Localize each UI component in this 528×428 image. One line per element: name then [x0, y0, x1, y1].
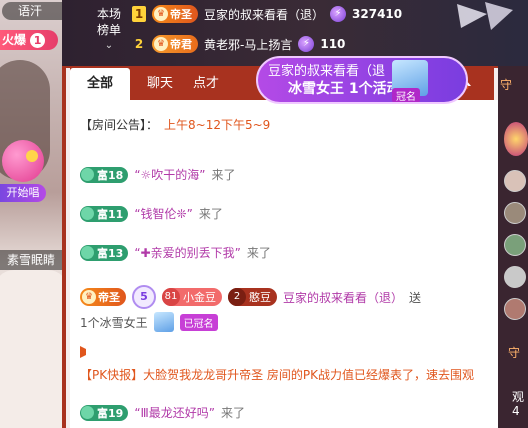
tab-chat[interactable]: 聊天 [130, 68, 190, 100]
fan-ring-badge: 5 [132, 285, 156, 309]
chat-panel: 全部 聊天 点才 【房间公告】： 上午8~12下午5~9 富18 “☼吹干的海”… [62, 56, 498, 428]
tab-request[interactable]: 点才 [190, 68, 222, 100]
rank-user-name: 黄老邪-马上扬言 [204, 37, 293, 52]
notice-text: 上午8~12下午5~9 [164, 118, 271, 132]
speaker-icon [80, 346, 94, 358]
list-item: 富13 “✚亲爱的别丢下我” 来了 [80, 244, 271, 261]
guard-title: 守 [500, 78, 513, 92]
streamer-name: 素雪眠睛 [0, 250, 62, 270]
chevron-down-icon[interactable]: ⌄ [94, 38, 124, 54]
level-badge-label: 帝君 [170, 38, 192, 51]
crown-icon: ♛ [154, 37, 168, 51]
gift-popup[interactable]: 豆家的叔来看看（退 冰雪女王 1个活动 冠名 [256, 56, 468, 104]
crown-icon: ♛ [82, 290, 96, 304]
streamer-body-shape [0, 270, 62, 428]
level-badge-label: 帝圣 [98, 291, 120, 304]
guard-panel: 守 守 观 4 [498, 66, 528, 428]
level-icon [81, 246, 94, 259]
rank-score: 110 [320, 37, 346, 51]
chat-user-name[interactable]: “✚亲爱的别丢下我” [134, 244, 241, 261]
chat-action: 来了 [246, 246, 271, 260]
rank-score: 327410 [352, 7, 403, 21]
level-badge: ♛ 帝圣 [152, 5, 198, 23]
wealth-level-badge: 富13 [80, 244, 129, 261]
wealth-level-label: 富13 [97, 246, 124, 260]
tab-all[interactable]: 全部 [70, 68, 130, 100]
wealth-level-badge: 富18 [80, 166, 129, 183]
ranking-label-line2: 榜单 [96, 23, 121, 37]
gift-message-detail: 1个冰雪女王 已冠名 [80, 312, 218, 332]
fan-group-badge: 2 憨豆 [228, 288, 277, 306]
fire-count: 1 [30, 33, 46, 48]
notice-prefix: 【房间公告】： [80, 118, 159, 132]
level-badge: ♛ 帝君 [152, 35, 198, 53]
fan-club-level: 81 [162, 288, 180, 306]
ranking-row[interactable]: 1 ♛ 帝圣 豆家的叔来看看（退） ⚡ 327410 [132, 3, 402, 25]
mic-icon [2, 140, 44, 182]
sing-badge: 开始唱 [0, 184, 46, 202]
avatar[interactable] [504, 266, 526, 288]
level-icon [81, 168, 94, 181]
fire-badge: 火爆 1 [0, 30, 58, 50]
fan-group-name: 憨豆 [249, 291, 271, 304]
crowned-tag: 已冠名 [179, 313, 218, 331]
avatar[interactable] [504, 202, 526, 224]
chat-messages[interactable]: 【房间公告】： 上午8~12下午5~9 富18 “☼吹干的海” 来了 富11 “… [70, 100, 498, 428]
pk-flash-text: 【PK快报】大脸贺我龙龙哥升帝圣 房间的PK战力值已经爆表了，速去围观 [80, 368, 475, 382]
level-icon [81, 207, 94, 220]
chat-user-name[interactable]: 豆家的叔来看看（退） [283, 289, 403, 306]
chat-action: 来了 [221, 406, 246, 420]
gift-image [153, 312, 174, 332]
fire-label: 火爆 [2, 33, 27, 47]
viewer-count: 观 4 [512, 390, 525, 418]
ranking-row[interactable]: 2 ♛ 帝君 黄老邪-马上扬言 ⚡ 110 [132, 33, 345, 55]
chat-action: 来了 [198, 207, 223, 221]
fan-club-badge: 81 小金豆 [162, 288, 222, 306]
popup-user: 豆家的叔来看看（退 [268, 64, 386, 79]
kite-decoration-icon [457, 2, 513, 30]
rank-number: 1 [132, 6, 146, 22]
avatar[interactable] [504, 298, 526, 320]
ranking-label[interactable]: 本场 榜单 ⌄ [94, 6, 124, 54]
level-badge: ♛ 帝圣 [80, 288, 126, 306]
avatar[interactable] [504, 234, 526, 256]
left-stream-preview[interactable]: 语汗 火爆 1 开始唱 素雪眠睛 [0, 0, 62, 428]
rank-number: 2 [134, 37, 144, 51]
fan-group-level: 2 [228, 288, 246, 306]
wealth-level-badge: 富11 [80, 205, 129, 222]
level-icon [81, 406, 94, 419]
lightning-gem-icon: ⚡ [298, 36, 315, 52]
chat-action: 来了 [211, 168, 236, 182]
avatar[interactable] [504, 170, 526, 192]
ranking-label-line1: 本场 [96, 7, 121, 21]
medal-icon [504, 122, 528, 156]
gift-action: 送 [409, 290, 422, 305]
wealth-level-label: 富18 [97, 168, 124, 182]
wealth-level-badge: 富19 [80, 404, 129, 421]
chat-user-name[interactable]: “Ⅲ最龙还好吗” [134, 404, 215, 421]
list-item: 富11 “钱智伦❊” 来了 [80, 205, 223, 222]
list-item: 富19 “Ⅲ最龙还好吗” 来了 [80, 404, 245, 421]
crown-icon: ♛ [154, 7, 168, 21]
wealth-level-label: 富19 [97, 406, 124, 420]
lightning-gem-icon: ⚡ [330, 6, 347, 22]
list-item: 富18 “☼吹干的海” 来了 [80, 166, 236, 183]
room-notice: 【房间公告】： 上午8~12下午5~9 [80, 116, 270, 133]
popup-gift: 冰雪女王 1个活动 [288, 81, 401, 97]
chat-user-name[interactable]: “钱智伦❊” [134, 205, 193, 222]
pk-flash-message[interactable]: 【PK快报】大脸贺我龙龙哥升帝圣 房间的PK战力值已经爆表了，速去围观 [80, 346, 480, 386]
popup-crowned-tag: 冠名 [392, 88, 420, 102]
wealth-level-label: 富11 [97, 207, 124, 221]
fan-club-name: 小金豆 [183, 291, 216, 304]
guard-footer: 守 [508, 346, 521, 360]
rank-user-name: 豆家的叔来看看（退） [204, 7, 325, 22]
chat-user-name[interactable]: “☼吹干的海” [134, 166, 205, 183]
gift-message: ♛ 帝圣 5 81 小金豆 2 憨豆 豆家的叔来看看（退） 送 [80, 285, 421, 309]
level-badge-label: 帝圣 [170, 8, 192, 21]
stream-top-chip: 语汗 [2, 2, 62, 20]
gift-text: 1个冰雪女王 [80, 315, 148, 330]
